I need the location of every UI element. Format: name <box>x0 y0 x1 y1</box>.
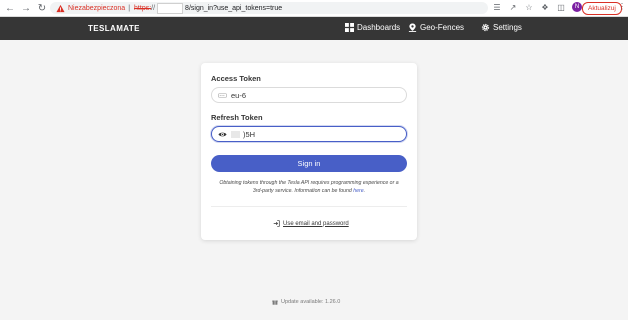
nav-geofences[interactable]: Geo-Fences <box>408 23 464 32</box>
help-text: Obtaining tokens through the Tesla API r… <box>215 179 403 195</box>
help-text-end: . <box>363 188 366 194</box>
insecure-label: Niezabezpieczona <box>68 4 126 12</box>
use-email-password-link[interactable]: Use email and password <box>273 220 349 227</box>
refresh-token-label: Refresh Token <box>211 113 263 122</box>
reload-icon[interactable]: ↻ <box>36 2 48 14</box>
divider <box>211 206 407 207</box>
url-scheme: https: <box>134 4 152 12</box>
access-token-value: eu-6 <box>231 90 247 100</box>
bookmark-star-icon[interactable]: ☆ <box>524 2 534 12</box>
forward-icon[interactable]: → <box>20 2 32 14</box>
brand-logo[interactable]: TESLAMATE <box>88 24 140 33</box>
nav-geofences-label: Geo-Fences <box>420 23 465 32</box>
nav-settings[interactable]: Settings <box>481 23 522 32</box>
back-icon[interactable]: ← <box>4 2 16 14</box>
nav-dashboards-label: Dashboards <box>357 23 401 32</box>
access-token-field[interactable]: eu-6 <box>211 87 407 103</box>
translate-icon[interactable]: ☰ <box>492 2 502 12</box>
refresh-token-value: )5H <box>243 129 256 139</box>
browser-menu-icon[interactable]: ⋮ <box>618 2 626 11</box>
browser-update-button[interactable]: Aktualizuj <box>582 2 622 15</box>
map-pin-icon <box>408 23 417 32</box>
sidebar-icon[interactable]: ◫ <box>556 2 566 12</box>
eye-icon[interactable] <box>218 130 227 139</box>
url-path: 8/sign_in?use_api_tokens=true <box>185 4 283 12</box>
share-icon[interactable]: ↗ <box>508 2 518 12</box>
profile-avatar[interactable]: N <box>572 2 582 12</box>
nav-dashboards[interactable]: Dashboards <box>345 23 400 32</box>
gear-icon <box>481 23 490 32</box>
app-navbar: TESLAMATE Dashboards Geo-Fences Settings <box>0 17 628 40</box>
refresh-token-redacted <box>231 130 240 138</box>
use-email-password-label: Use email and password <box>283 220 349 227</box>
key-icon <box>218 92 227 98</box>
url-redacted-host <box>157 2 184 14</box>
address-bar[interactable]: Niezabezpieczona | https:// 8/sign_in?us… <box>50 2 488 14</box>
nav-settings-label: Settings <box>493 23 522 32</box>
extensions-icon[interactable]: ❖ <box>540 2 550 12</box>
warning-icon <box>56 4 65 12</box>
signin-button[interactable]: Sign in <box>211 155 407 172</box>
refresh-token-field[interactable]: )5H <box>211 126 407 142</box>
sign-in-arrow-icon <box>273 220 280 227</box>
update-available-text: Update available: 1.26.0 <box>281 299 341 305</box>
help-text-body: Obtaining tokens through the Tesla API r… <box>219 180 399 194</box>
gift-icon <box>272 300 278 305</box>
help-link[interactable]: here <box>353 188 363 194</box>
dashboard-grid-icon <box>345 23 354 32</box>
url-slashes: // <box>151 4 156 12</box>
update-available-notice[interactable]: Update available: 1.26.0 <box>272 299 340 305</box>
access-token-label: Access Token <box>211 74 261 83</box>
signin-card: Access Token eu-6 Refresh Token )5H Sign… <box>201 63 417 240</box>
browser-toolbar: ← → ↻ Niezabezpieczona | https:// 8/sign… <box>0 0 628 17</box>
